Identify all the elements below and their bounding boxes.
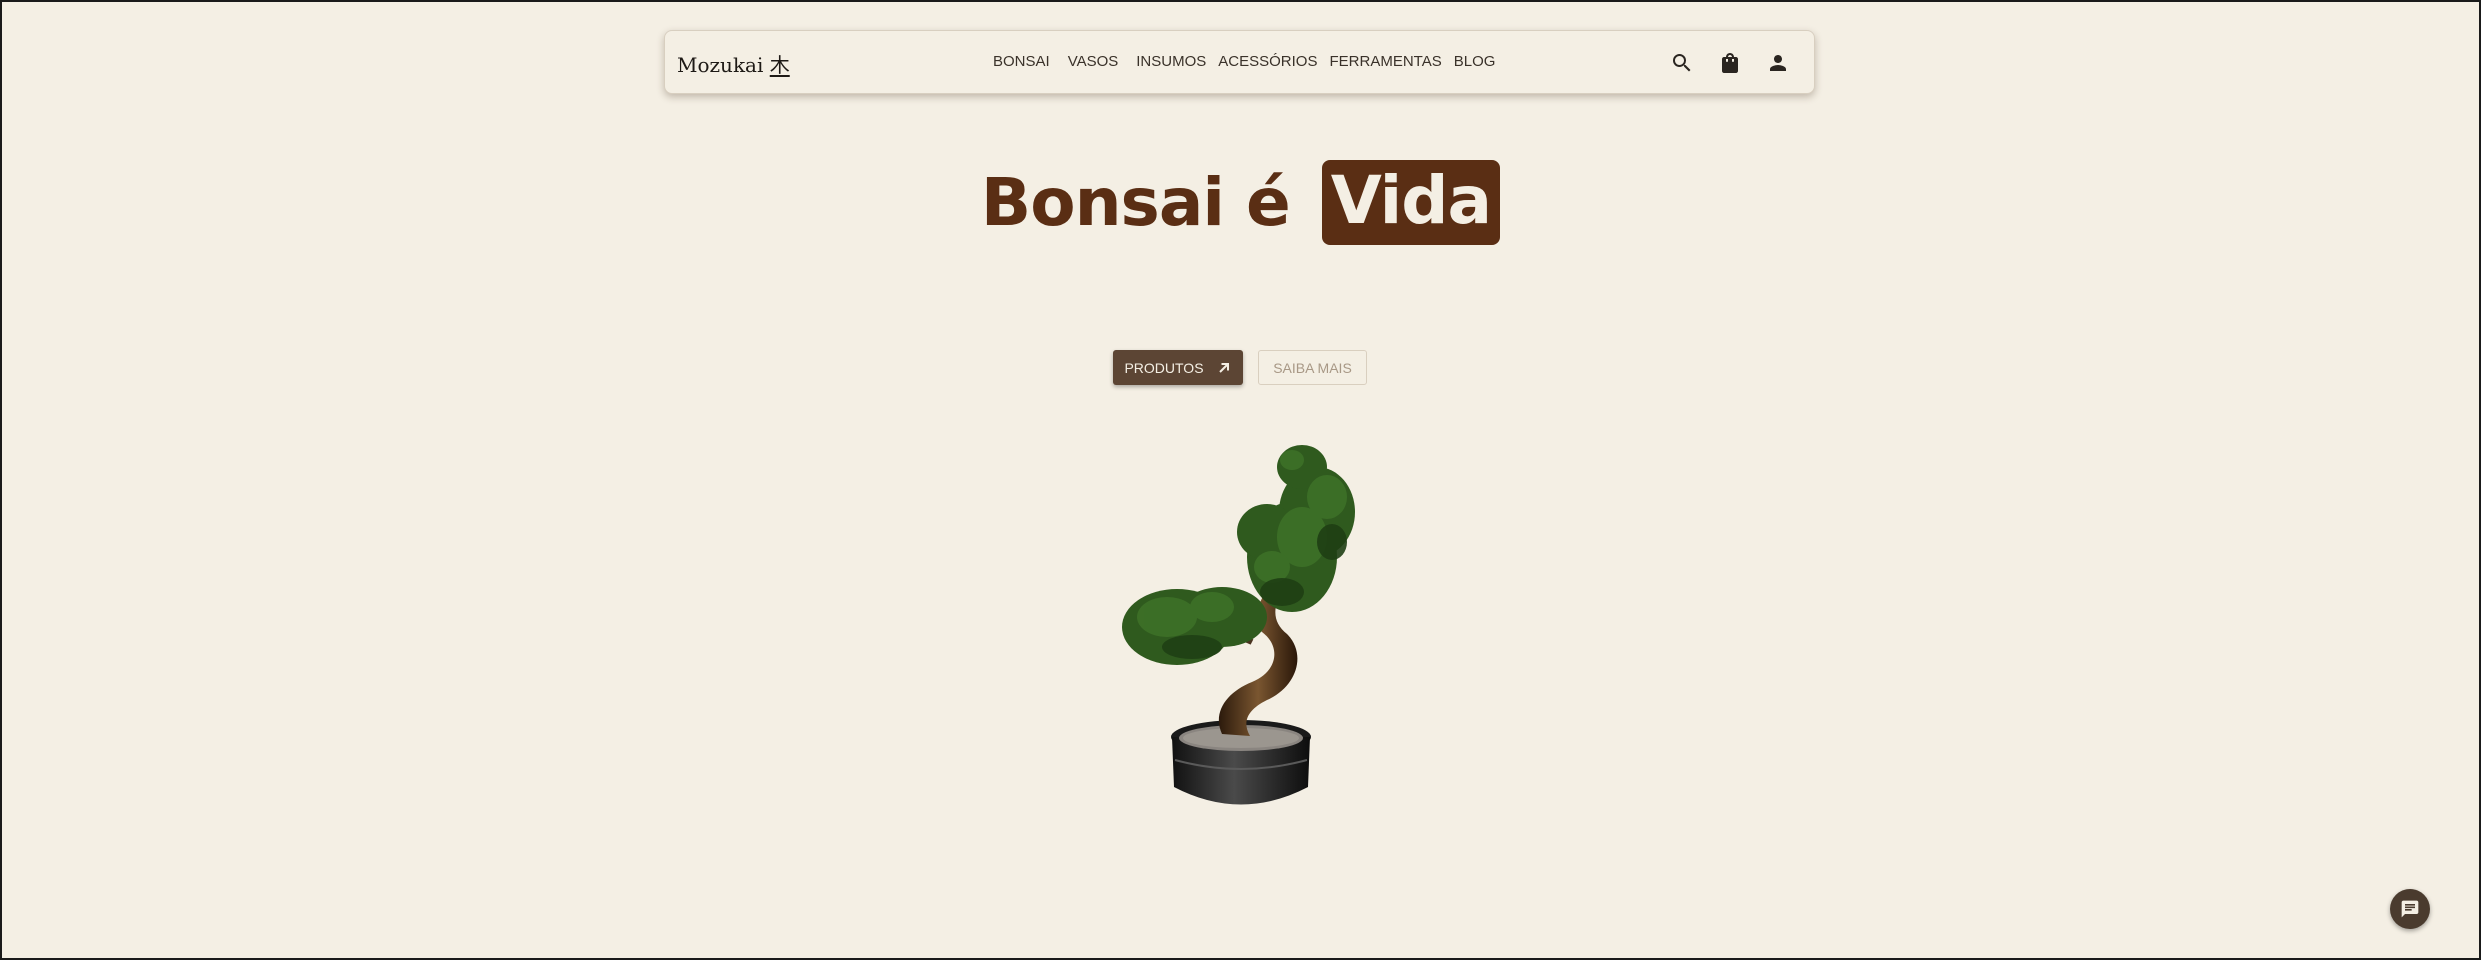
nav-link-blog[interactable]: BLOG: [1454, 53, 1496, 70]
hero-title: Bonsai é Vida: [2, 160, 2479, 245]
brand-logo[interactable]: Mozukai 木: [677, 49, 790, 78]
saiba-mais-button-label: SAIBA MAIS: [1273, 359, 1352, 376]
search-icon[interactable]: [1666, 47, 1698, 79]
header-actions: [1666, 47, 1794, 79]
saiba-mais-button[interactable]: SAIBA MAIS: [1258, 350, 1367, 385]
bonsai-tree-illustration: [1122, 445, 1355, 805]
nav-link-bonsai[interactable]: BONSAI: [993, 53, 1050, 70]
hero-title-prefix: Bonsai é: [980, 164, 1291, 241]
produtos-button-label: PRODUTOS: [1124, 359, 1204, 376]
nav-link-acessorios[interactable]: ACESSÓRIOS: [1218, 53, 1317, 70]
hero-title-highlight: Vida: [1321, 160, 1501, 245]
arrow-up-right-icon: [1218, 362, 1229, 373]
top-navbar: Mozukai 木 BONSAI VASOS INSUMOS ACESSÓRIO…: [664, 30, 1815, 94]
chat-icon[interactable]: [2390, 889, 2430, 929]
shopping-bag-icon[interactable]: [1714, 47, 1746, 79]
user-icon[interactable]: [1762, 47, 1794, 79]
brand-kanji: 木: [769, 53, 790, 77]
main-nav: BONSAI VASOS INSUMOS ACESSÓRIOS FERRAMEN…: [993, 53, 1507, 70]
nav-link-vasos[interactable]: VASOS: [1068, 53, 1119, 70]
nav-link-ferramentas[interactable]: FERRAMENTAS: [1329, 53, 1441, 70]
produtos-button[interactable]: PRODUTOS: [1113, 350, 1243, 385]
brand-name: Mozukai: [677, 53, 764, 77]
nav-link-insumos[interactable]: INSUMOS: [1136, 53, 1206, 70]
